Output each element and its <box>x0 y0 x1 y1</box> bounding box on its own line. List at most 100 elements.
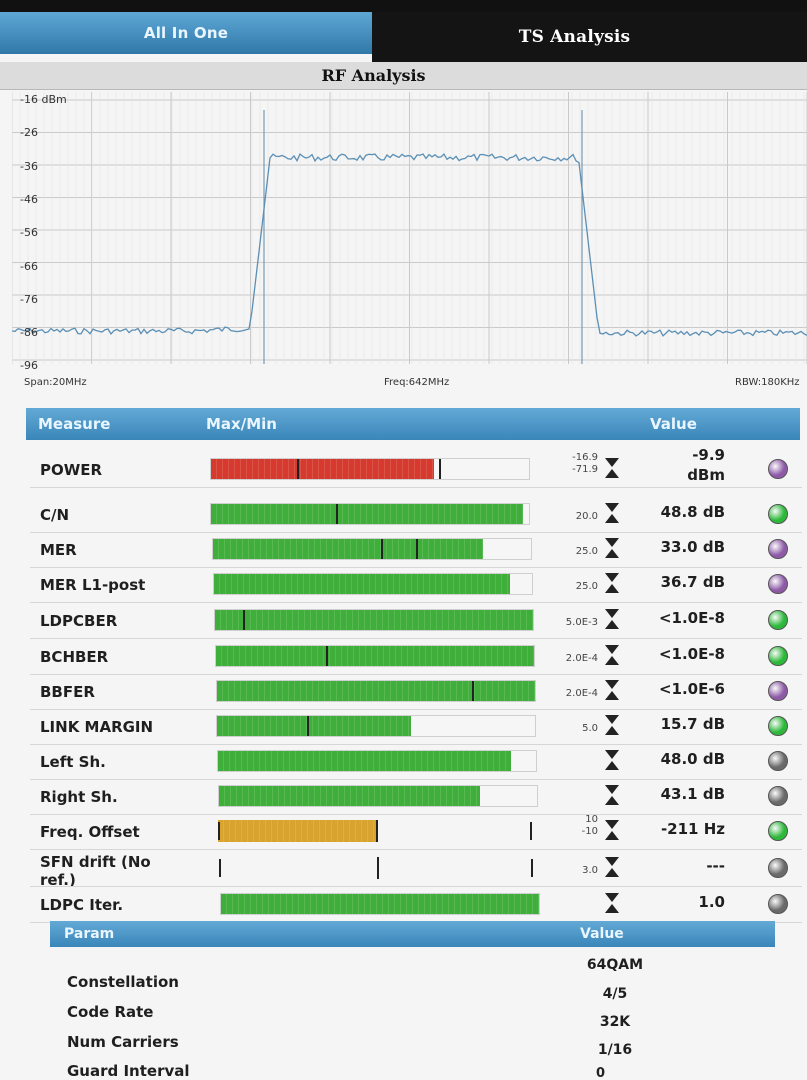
param-value: 1/16 <box>597 1042 633 1058</box>
limit-min: 2.0E-4 <box>565 688 598 699</box>
measure-bar-fill <box>217 681 535 701</box>
limit-min: 5.0 <box>582 723 598 734</box>
param-name: Guard Interval <box>67 1062 190 1080</box>
measure-value: 15.7 dB <box>660 715 725 733</box>
status-indicator <box>768 681 788 701</box>
row-divider <box>30 487 802 488</box>
spectrum-grid <box>12 92 807 364</box>
measure-bar-fill <box>216 646 534 666</box>
measure-bar-marker <box>219 859 221 877</box>
measure-name: Left Sh. <box>40 753 106 771</box>
measure-row[interactable]: Left Sh. 48.0 dB <box>30 744 807 779</box>
measure-bar-marker <box>381 539 383 559</box>
measure-bar-marker <box>530 822 532 840</box>
measure-name: MER L1-post <box>40 576 146 594</box>
tab-all-in-one[interactable]: All In One <box>0 12 372 54</box>
param-value: 0 <box>596 1066 606 1080</box>
measure-bar-marker <box>439 459 441 479</box>
measure-row[interactable]: MER 25.0 33.0 dB <box>30 532 807 567</box>
y-tick-label: -96 <box>20 359 38 373</box>
measure-value: 43.1 dB <box>660 785 725 803</box>
measure-value: 33.0 dB <box>660 538 725 556</box>
y-tick-label: -26 <box>20 126 38 140</box>
measure-row[interactable]: Freq. Offset 10 -10 -211 Hz <box>30 814 807 849</box>
measure-row[interactable]: Right Sh. 43.1 dB <box>30 779 807 814</box>
measure-value: <1.0E-8 <box>658 645 725 663</box>
measure-value: 48.8 dB <box>660 503 725 521</box>
minmax-reset-icon[interactable] <box>604 537 620 559</box>
measure-name: BCHBER <box>40 648 109 666</box>
limit-min: 20.0 <box>575 511 598 522</box>
limit-min: -71.9 <box>572 464 598 475</box>
measure-bar-track <box>210 458 530 480</box>
measure-bar-marker <box>416 539 418 559</box>
measure-row[interactable]: LDPC Iter. 1.0 <box>30 887 807 922</box>
status-indicator <box>768 786 788 806</box>
measure-name: Freq. Offset <box>40 823 140 841</box>
measure-value: -211 Hz <box>660 820 725 838</box>
y-tick-label: -56 <box>20 226 38 240</box>
minmax-reset-icon[interactable] <box>604 856 620 878</box>
measure-row[interactable]: SFN drift (No ref.) 3.0 --- <box>30 851 807 889</box>
status-indicator <box>768 751 788 771</box>
minmax-reset-icon[interactable] <box>604 572 620 594</box>
measure-bar-fill <box>219 786 480 806</box>
measure-name: LDPCBER <box>40 612 118 630</box>
measure-name: MER <box>40 541 77 559</box>
limit-max: -16.9 <box>572 452 598 463</box>
minmax-reset-icon[interactable] <box>604 457 620 479</box>
span-label: Span:20MHz <box>24 377 87 388</box>
minmax-reset-icon[interactable] <box>604 892 620 914</box>
measure-value: --- <box>706 857 725 875</box>
measure-row[interactable]: BCHBER 2.0E-4 <1.0E-8 <box>30 639 807 674</box>
measure-row[interactable]: C/N 20.0 48.8 dB <box>30 497 807 532</box>
minmax-reset-icon[interactable] <box>604 644 620 666</box>
minmax-reset-icon[interactable] <box>604 819 620 841</box>
measure-value: 48.0 dB <box>660 750 725 768</box>
status-indicator <box>768 858 788 878</box>
measure-bar-marker <box>377 859 379 877</box>
measure-bar-track <box>216 680 536 702</box>
limit-min: -10 <box>581 826 598 837</box>
status-indicator <box>768 646 788 666</box>
minmax-reset-icon[interactable] <box>604 714 620 736</box>
measure-row[interactable]: LINK MARGIN 5.0 15.7 dB <box>30 709 807 744</box>
measure-row[interactable]: BBFER 2.0E-4 <1.0E-6 <box>30 674 807 709</box>
measure-bar-track <box>219 857 539 879</box>
minmax-reset-icon[interactable] <box>604 784 620 806</box>
y-tick-label: -66 <box>20 259 38 273</box>
minmax-reset-icon[interactable] <box>604 749 620 771</box>
measure-bar-track <box>210 503 530 525</box>
measure-value: 1.0 <box>698 893 725 911</box>
maxmin-col-header: Max/Min <box>206 415 277 433</box>
measure-row[interactable]: POWER -16.9 -71.9 -9.9 dBm <box>30 446 807 487</box>
measure-bar-marker <box>531 859 533 877</box>
measure-row[interactable]: LDPCBER 5.0E-3 <1.0E-8 <box>30 603 807 638</box>
measure-row[interactable]: MER L1-post 25.0 36.7 dB <box>30 567 807 602</box>
minmax-reset-icon[interactable] <box>604 679 620 701</box>
status-indicator <box>768 574 788 594</box>
minmax-reset-icon[interactable] <box>604 608 620 630</box>
status-indicator <box>768 716 788 736</box>
measure-bar-track <box>216 715 536 737</box>
measure-bar-marker <box>243 610 245 630</box>
status-indicator <box>768 610 788 630</box>
measure-bar-fill <box>213 539 484 559</box>
limit-min: 25.0 <box>575 581 598 592</box>
measure-bar-track <box>213 573 533 595</box>
tab-ts-analysis[interactable]: TS Analysis <box>372 12 807 62</box>
param-row: Guard Interval 1/16 <box>55 1042 755 1080</box>
measure-bar-marker <box>376 822 378 840</box>
param-value-col-header: Value <box>580 926 624 942</box>
measure-bar-marker <box>336 504 338 524</box>
y-tick-label: -86 <box>20 326 38 340</box>
param-name: Constellation <box>67 973 179 991</box>
param-value: 32K <box>599 1014 631 1030</box>
measure-value: 36.7 dB <box>660 573 725 591</box>
spectrum-plot[interactable] <box>12 92 807 374</box>
measure-value: <1.0E-6 <box>658 680 725 698</box>
measure-bar-marker <box>472 681 474 701</box>
measure-bar-track <box>215 645 535 667</box>
minmax-reset-icon[interactable] <box>604 502 620 524</box>
y-tick-label: -36 <box>20 159 38 173</box>
